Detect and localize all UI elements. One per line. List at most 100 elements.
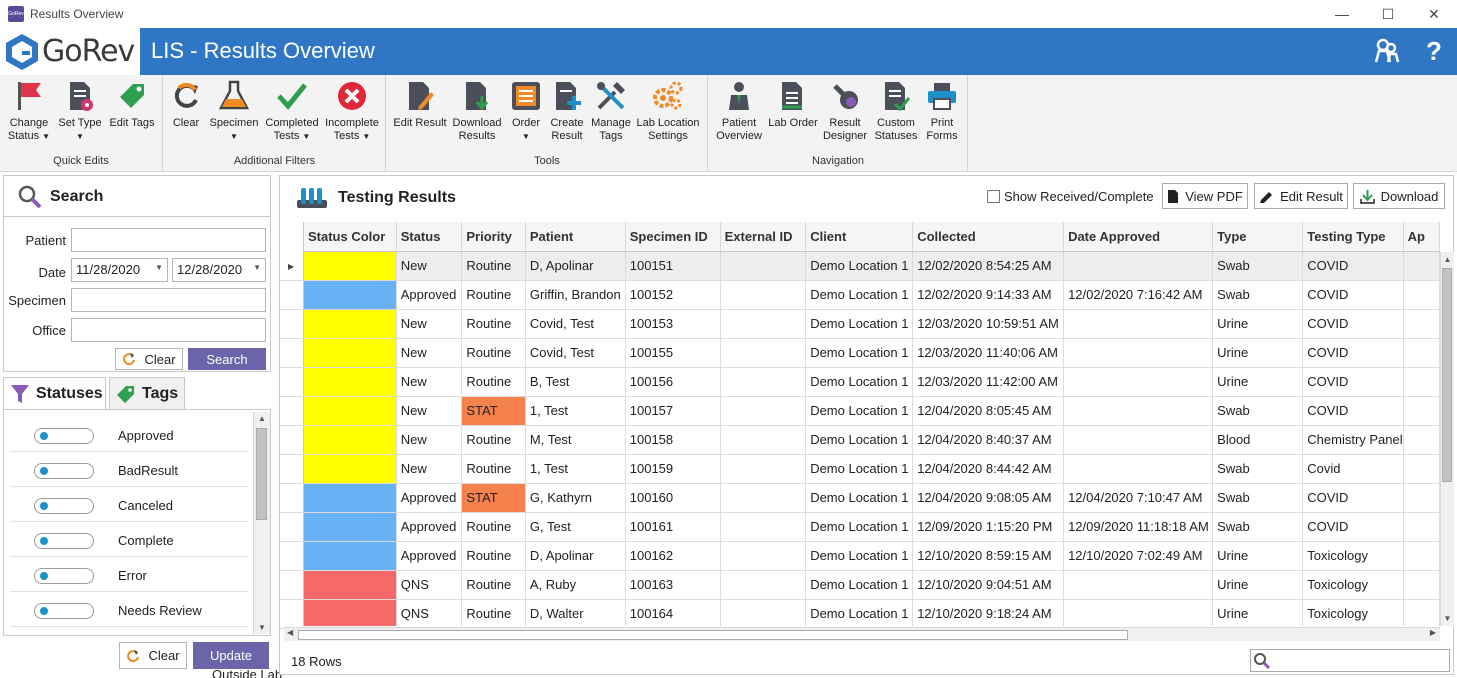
cell-client[interactable]: Demo Location 1 [805,599,914,626]
cell-collected[interactable]: 12/03/2020 11:40:06 AM [912,338,1065,368]
cell-approved[interactable] [1063,570,1214,600]
cell-status[interactable]: QNS [396,570,463,600]
cell-status[interactable]: New [396,454,463,484]
cell-priority[interactable]: STAT [461,483,526,513]
cell-collected[interactable]: 12/04/2020 9:08:05 AM [912,483,1065,513]
cell-priority[interactable]: Routine [461,251,526,281]
cell-specimen-id[interactable]: 100156 [625,367,721,397]
cell-patient[interactable]: M, Test [525,425,626,455]
table-row[interactable]: New Routine Covid, Test 100153 Demo Location… [304,309,1440,339]
date-to-picker[interactable]: 12/28/2020 ▼ [172,258,266,282]
search-clear-button[interactable]: Clear [115,348,183,370]
cell-external-id[interactable] [720,512,807,542]
incomplete-tests-button[interactable]: Incomplete Tests ▼ [322,79,382,143]
cell-approved[interactable]: 12/04/2020 7:10:47 AM [1063,483,1214,513]
show-received-checkbox[interactable]: Show Received/Complete [987,189,1154,204]
cell-type[interactable]: Swab [1212,280,1304,310]
cell-specimen-id[interactable]: 100151 [625,251,721,281]
cell-patient[interactable]: Griffin, Brandon [525,280,626,310]
cell-overflow[interactable] [1403,309,1440,339]
set-type-button[interactable]: Set Type ▼ [56,79,104,143]
cell-specimen-id[interactable]: 100153 [625,309,721,339]
minimize-button[interactable]: — [1319,0,1365,28]
cell-type[interactable]: Urine [1212,599,1304,626]
cell-overflow[interactable] [1403,425,1440,455]
cell-priority[interactable]: STAT [461,396,526,426]
status-toggle[interactable] [34,603,94,619]
cell-status[interactable]: QNS [396,599,463,626]
table-row[interactable]: Approved Routine Griffin, Brandon 100152 Dem… [304,280,1440,310]
cell-collected[interactable]: 12/04/2020 8:40:37 AM [912,425,1065,455]
cell-collected[interactable]: 12/03/2020 11:42:00 AM [912,367,1065,397]
table-row[interactable]: QNS Routine A, Ruby 100163 Demo Location 1 12… [304,570,1440,600]
cell-testing-type[interactable]: Toxicology [1302,599,1404,626]
download-button[interactable]: Download [1353,183,1445,209]
checkbox-box[interactable] [987,190,1000,203]
cell-client[interactable]: Demo Location 1 [805,570,914,600]
cell-type[interactable]: Swab [1212,251,1304,281]
row-selector[interactable]: ▶ [280,252,304,281]
status-color-cell[interactable] [304,512,397,542]
cell-client[interactable]: Demo Location 1 [805,425,914,455]
grid-search-input[interactable] [1250,649,1450,672]
cell-specimen-id[interactable]: 100157 [625,396,721,426]
cell-patient[interactable]: G, Test [525,512,626,542]
cell-collected[interactable]: 12/04/2020 8:44:42 AM [912,454,1065,484]
cell-testing-type[interactable]: COVID [1302,367,1404,397]
cell-status[interactable]: New [396,396,463,426]
row-selector[interactable] [280,484,304,513]
cell-status[interactable]: New [396,338,463,368]
update-button[interactable]: Update [193,642,269,669]
status-toggle[interactable] [34,463,94,479]
status-color-cell[interactable] [304,454,397,484]
scroll-down-arrow[interactable]: ▼ [254,623,270,632]
maximize-button[interactable]: ☐ [1365,0,1411,28]
cell-collected[interactable]: 12/03/2020 10:59:51 AM [912,309,1065,339]
cell-client[interactable]: Demo Location 1 [805,512,914,542]
cell-collected[interactable]: 12/04/2020 8:05:45 AM [912,396,1065,426]
cell-status[interactable]: New [396,251,463,281]
row-selector[interactable] [280,542,304,571]
status-toggle[interactable] [34,498,94,514]
status-color-cell[interactable] [304,425,397,455]
cell-testing-type[interactable]: Toxicology [1302,570,1404,600]
filter-clear-button[interactable]: Clear [119,642,187,669]
help-button[interactable]: ? [1426,36,1442,67]
row-selector[interactable] [280,310,304,339]
row-selector[interactable] [280,426,304,455]
list-item[interactable]: BadResult [10,453,248,487]
cell-patient[interactable]: G, Kathyrn [525,483,626,513]
cell-type[interactable]: Urine [1212,338,1304,368]
row-selector[interactable] [280,600,304,629]
cell-patient[interactable]: D, Apolinar [525,541,626,571]
cell-testing-type[interactable]: Covid [1302,454,1404,484]
cell-overflow[interactable] [1403,483,1440,513]
cell-approved[interactable]: 12/10/2020 7:02:49 AM [1063,541,1214,571]
cell-external-id[interactable] [720,280,807,310]
column-header[interactable]: Specimen ID [625,222,721,252]
cell-specimen-id[interactable]: 100155 [625,338,721,368]
row-selector[interactable] [280,339,304,368]
column-header[interactable]: Client [805,222,914,252]
cell-approved[interactable] [1063,425,1214,455]
cell-patient[interactable]: A, Ruby [525,570,626,600]
scroll-thumb[interactable] [298,630,1128,640]
status-color-cell[interactable] [304,541,397,571]
specimen-filter-button[interactable]: Specimen ▼ [208,79,260,143]
status-color-cell[interactable] [304,599,397,626]
cell-overflow[interactable] [1403,396,1440,426]
cell-testing-type[interactable]: COVID [1302,396,1404,426]
cell-testing-type[interactable]: COVID [1302,512,1404,542]
column-header[interactable]: Date Approved [1063,222,1214,252]
cell-status[interactable]: Approved [396,541,463,571]
cell-client[interactable]: Demo Location 1 [805,367,914,397]
grid-vertical-scrollbar[interactable]: ▲ ▼ [1440,252,1454,626]
status-color-cell[interactable] [304,280,397,310]
row-selector[interactable] [280,455,304,484]
cell-testing-type[interactable]: COVID [1302,280,1404,310]
cell-type[interactable]: Blood [1212,425,1304,455]
cell-collected[interactable]: 12/02/2020 8:54:25 AM [912,251,1065,281]
result-designer-button[interactable]: Result Designer [821,79,869,143]
row-selector[interactable] [280,571,304,600]
cell-priority[interactable]: Routine [461,541,526,571]
